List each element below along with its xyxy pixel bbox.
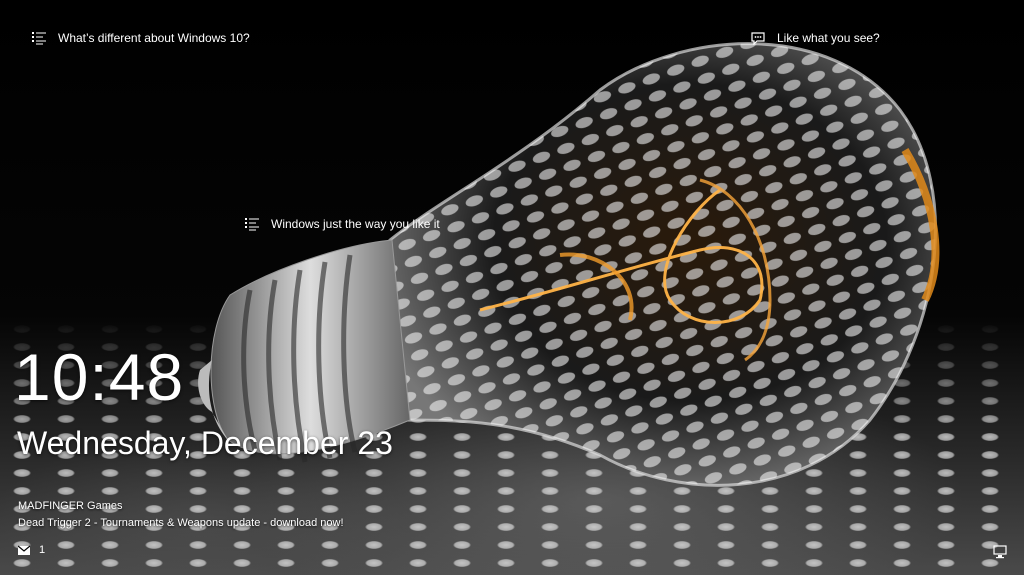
spotlight-like-what-you-see-label: Like what you see? xyxy=(777,31,880,45)
lock-screen-notification: MADFINGER Games Dead Trigger 2 - Tournam… xyxy=(18,498,344,532)
spotlight-whats-different-label: What’s different about Windows 10? xyxy=(58,31,250,45)
mail-count: 1 xyxy=(39,544,46,556)
mail-icon xyxy=(18,545,30,555)
spotlight-whats-different[interactable]: What’s different about Windows 10? xyxy=(32,31,250,45)
list-icon xyxy=(32,32,46,45)
clock-date: Wednesday, December 23 xyxy=(17,425,393,461)
spotlight-hotspot-label: Windows just the way you like it xyxy=(271,217,440,231)
spotlight-hotspot[interactable]: Windows just the way you like it xyxy=(245,217,440,231)
comment-icon xyxy=(751,32,765,45)
network-icon[interactable] xyxy=(993,545,1007,559)
notification-app-name: MADFINGER Games xyxy=(18,500,123,512)
clock-time: 10:48 xyxy=(14,340,185,414)
spotlight-like-what-you-see[interactable]: Like what you see? xyxy=(751,31,880,45)
mail-status: 1 xyxy=(18,544,45,556)
light-bulb-image xyxy=(198,42,940,487)
list-icon xyxy=(245,218,259,231)
notification-message: Dead Trigger 2 - Tournaments & Weapons u… xyxy=(18,517,344,529)
